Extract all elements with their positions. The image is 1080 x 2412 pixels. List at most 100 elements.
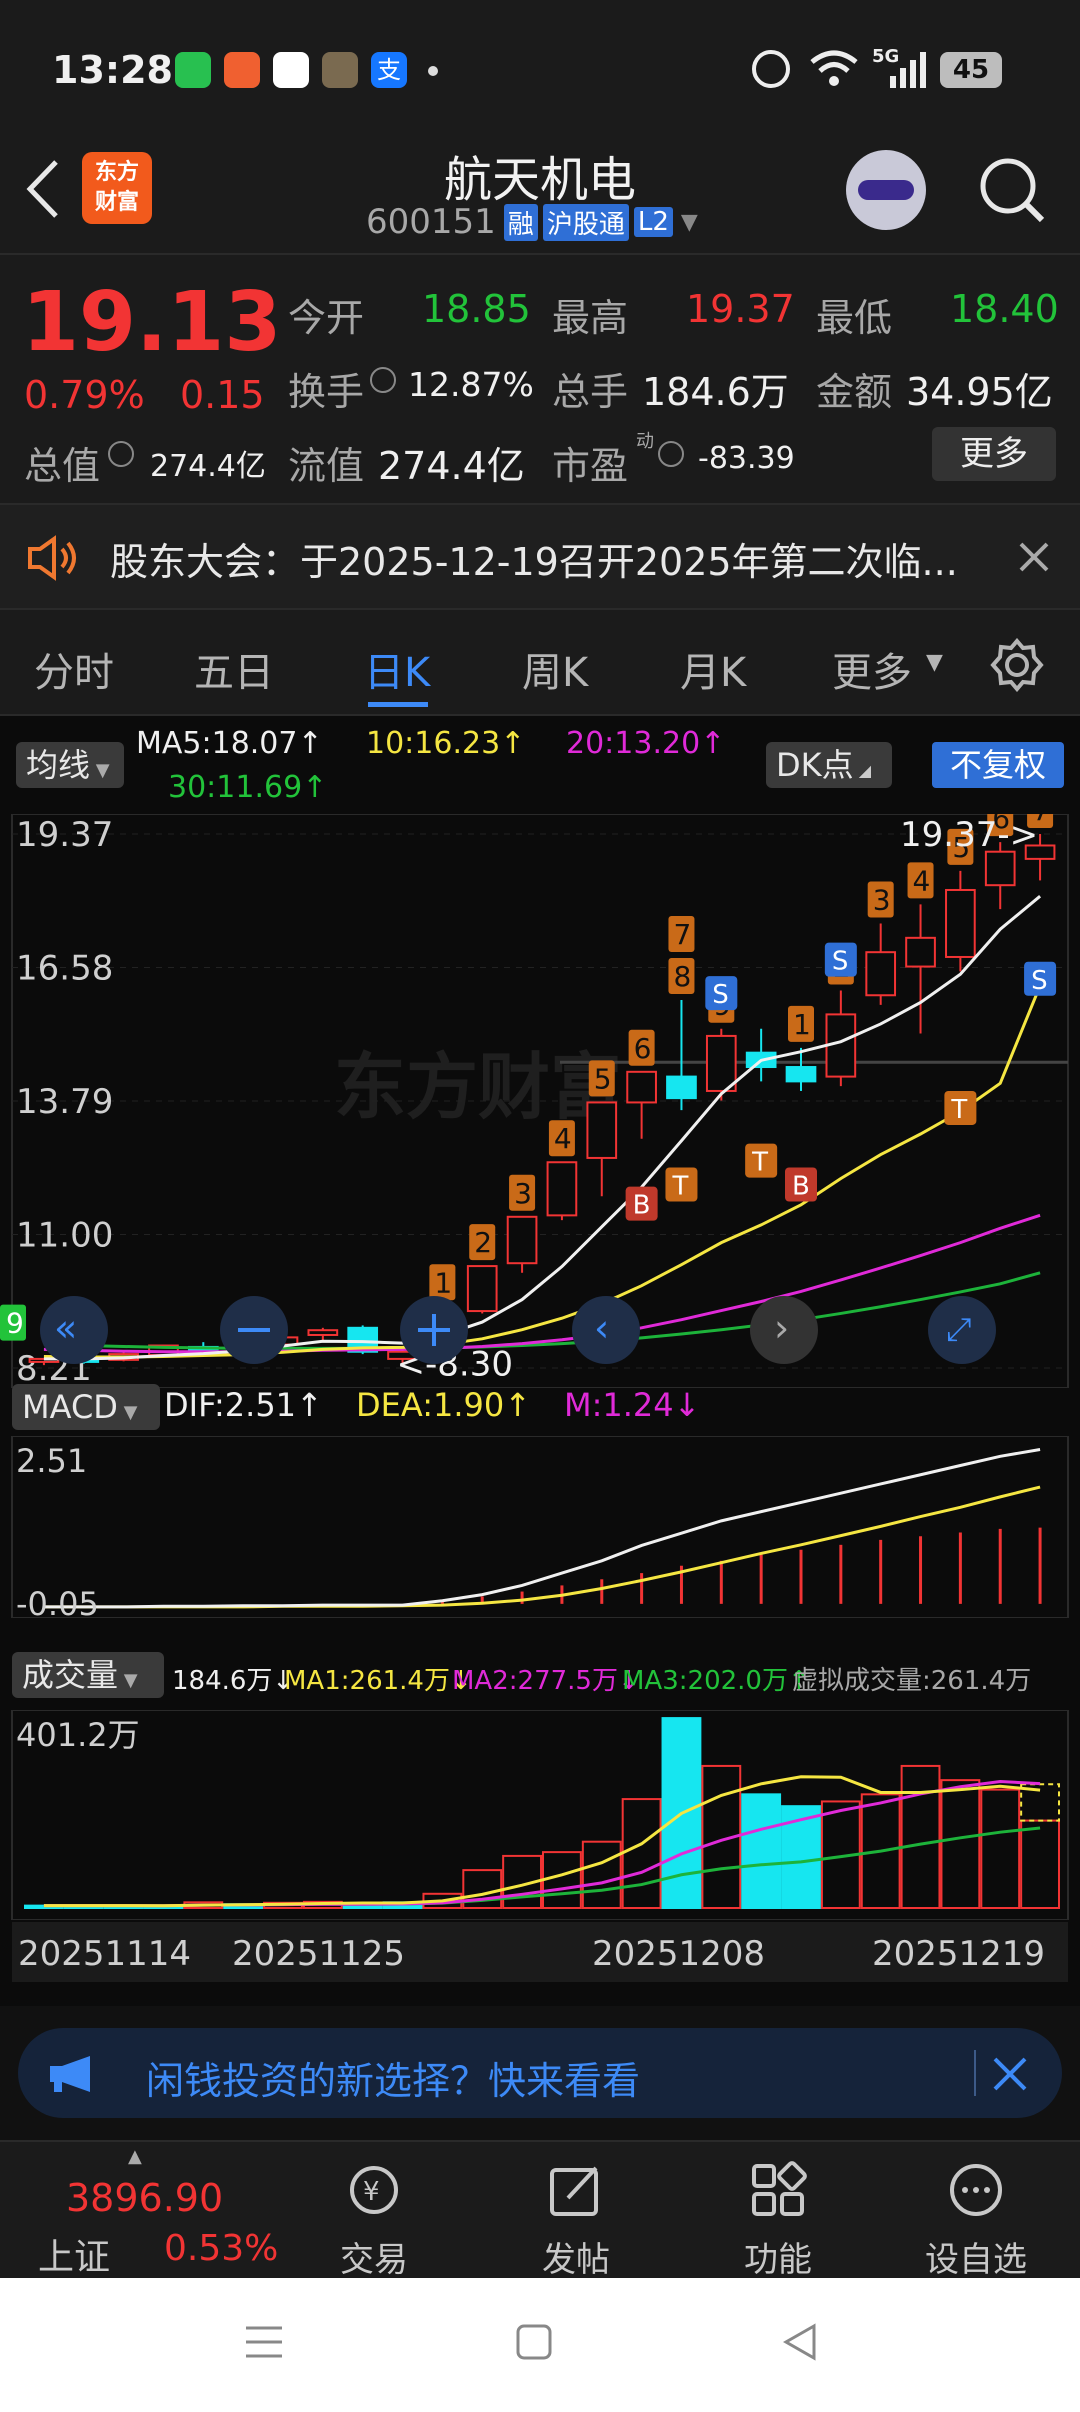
grid-icon [752,2161,807,2216]
nav-trade[interactable]: ¥ 交易 [304,2142,444,2280]
count-marker-label: 1 [434,1266,452,1299]
back-nav-icon[interactable] [780,2322,820,2362]
macd-selector[interactable]: MACD ▼ [12,1384,160,1430]
pe-dynamic-mark: 动 [636,431,654,452]
nav-watchlist[interactable]: 设自选 [906,2142,1046,2280]
notice-banner[interactable]: 股东大会：于2025-12-19召开2025年第二次临... [0,503,1080,608]
volume-chart[interactable]: 401.2万 [0,1710,1080,1920]
scroll-left-button[interactable]: ‹ [572,1296,640,1364]
date-label: 20251219 [872,1934,1046,1974]
nav-function[interactable]: 功能 [708,2142,848,2280]
macd-selector-label: MACD [22,1388,118,1426]
zoom-out-button[interactable] [220,1296,288,1364]
count-marker-label: 1 [793,1008,811,1041]
status-bar: 13:28 支 5G 45 [0,0,1080,140]
macd-chart[interactable]: 2.51 -0.05 [0,1436,1080,1618]
ad-banner[interactable]: 闲钱投资的新选择？快来看看 [18,2028,1062,2118]
megaphone-icon [50,2056,90,2092]
low-value: 18.40 [950,287,1059,331]
candle-body [307,1329,339,1336]
menu-icon[interactable] [244,2322,284,2362]
zoom-in-button[interactable] [400,1296,468,1364]
nav-post[interactable]: 发帖 [506,2142,646,2280]
kline-chart[interactable]: 19.3716.5813.7911.008.211234567891234567… [0,814,1080,1388]
info-icon[interactable] [370,367,396,393]
tab-more[interactable]: 更多 [832,640,912,698]
app-icon [175,52,211,88]
ma5-label: MA5:18.07↑ [136,726,323,761]
alipay-icon: 支 [371,52,407,88]
level2-badge: L2 [633,207,673,237]
scroll-left-fast-button[interactable]: « [40,1296,108,1364]
volume-bar [581,1840,622,1909]
nav-trade-label: 交易 [340,2240,408,2280]
quote-panel: 19.13 0.79% 0.15 今开 18.85 最高 19.37 最低 18… [0,253,1080,503]
app-icon [224,52,260,88]
count-marker-label: 4 [913,864,931,897]
count-marker-label: 4 [554,1122,572,1155]
volume-bar [1020,1819,1061,1909]
volume-bar [900,1764,941,1909]
robot-assistant-icon[interactable] [846,150,926,230]
tab-intraday[interactable]: 分时 [34,640,114,698]
y-tick-label: 2.51 [16,1442,87,1480]
max-price-annotation: 19.37-> [900,815,1038,855]
volume-bar [741,1793,782,1909]
more-button[interactable]: 更多 [932,427,1056,481]
alarm-icon [752,50,790,88]
open-value: 18.85 [422,287,531,331]
home-icon[interactable] [514,2322,554,2362]
plot-frame [11,1436,1069,1618]
close-icon[interactable] [992,2056,1028,2092]
tab-monthly-k[interactable]: 月K [680,640,746,698]
volume-label: 总手 [552,370,629,414]
volume-ma2: MA2:277.5万↓ [452,1666,640,1696]
signal-badge-label: B [792,1172,810,1202]
tab-five-day[interactable]: 五日 [194,640,274,698]
stock-code-row[interactable]: 600151 融 沪股通 L2 ▼ [366,202,698,242]
open-label: 今开 [288,296,365,340]
app-icon [322,52,358,88]
macd-m: M:1.24↓ [564,1386,701,1424]
tab-daily-k[interactable]: 日K [364,640,430,698]
divider [974,2050,976,2096]
dk-point-button[interactable]: DK点 ◢ [766,742,892,788]
adjust-button[interactable]: 不复权 [932,742,1064,788]
kline-chart-area[interactable]: 均线 ▼ MA5:18.07↑ 10:16.23↑ 20:13.20↑ 30:1… [0,716,1080,2006]
tab-indicator [368,702,428,707]
ma-selector-label: 均线 [26,746,91,784]
close-icon[interactable] [1018,541,1050,573]
volume-bar [980,1788,1021,1909]
ma-selector[interactable]: 均线 ▼ [16,742,124,788]
settings-icon[interactable] [990,638,1044,692]
notice-text: 股东大会：于2025-12-19召开2025年第二次临... [110,540,958,584]
volume-selector[interactable]: 成交量 ▼ [12,1652,164,1698]
turnover-label: 换手 [288,370,365,414]
info-icon[interactable] [108,441,134,467]
fullscreen-button[interactable]: ⤢ [928,1296,996,1364]
float-cap-label: 流值 [288,444,365,488]
turnover-value: 12.87% [408,365,534,404]
dea-line [43,1485,1041,1609]
battery-icon: 45 [940,52,1002,88]
signal-badge-label: S [712,980,729,1010]
signal-badge-label: B [633,1191,651,1221]
scroll-right-button[interactable]: › [750,1296,818,1364]
bottom-nav: ▲ 3896.90 上证 0.53% ¥ 交易 发帖 功能 设自选 [0,2140,1080,2280]
stock-header: 东方 财富 航天机电 600151 融 沪股通 L2 ▼ [0,140,1080,253]
dropdown-icon: ▼ [926,650,943,675]
volume-bar [940,1779,981,1909]
search-icon[interactable] [976,154,1048,226]
info-icon[interactable] [658,441,684,467]
y-tick-label: -0.05 [16,1585,99,1618]
change-amount: 0.15 [180,373,265,417]
macd-dea: DEA:1.90↑ [356,1386,532,1424]
high-label: 最高 [552,296,629,340]
index-value: 3896.90 [66,2176,224,2220]
dk-point-label: DK点 [776,746,854,784]
candle-body [626,1070,657,1104]
tab-weekly-k[interactable]: 周K [522,640,588,698]
index-name: 上证 [38,2237,111,2278]
index-ticker[interactable]: ▲ 3896.90 上证 0.53% [0,2142,278,2280]
count-marker-label: 3 [873,883,891,916]
